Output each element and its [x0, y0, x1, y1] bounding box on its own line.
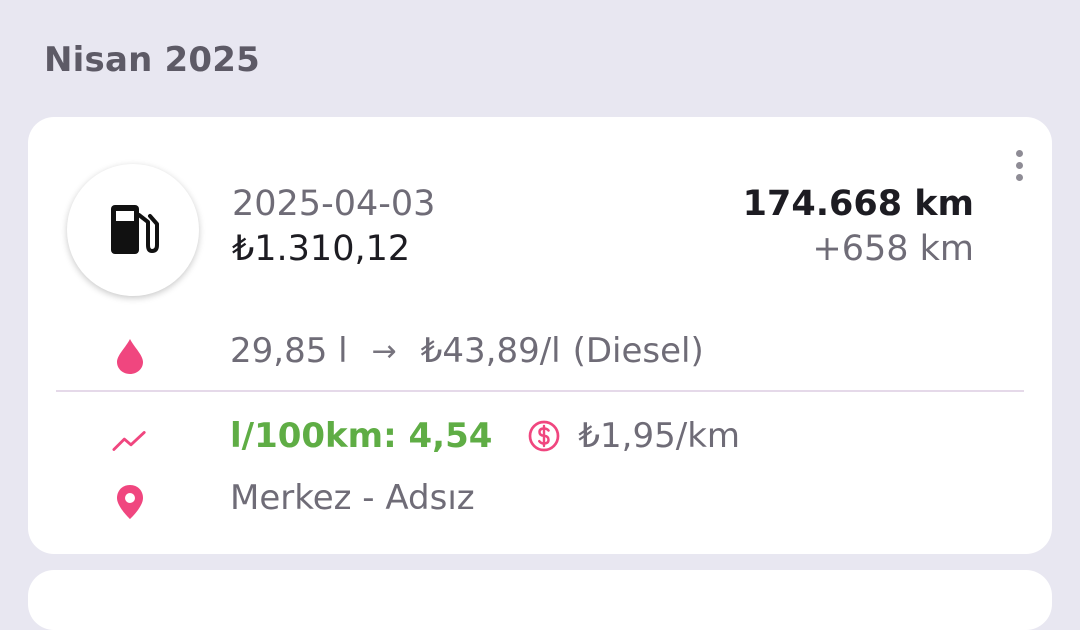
- fuel-entry-card[interactable]: 2025-04-03 ₺1.310,12 174.668 km +658 km …: [28, 117, 1052, 554]
- entry-divider: [56, 390, 1024, 392]
- month-section-title: Nisan 2025: [44, 40, 260, 80]
- trending-line-icon: [112, 431, 146, 451]
- consumption-row: l/100km: 4,54 ₺1,95/km: [230, 416, 740, 456]
- location-text: Merkez - Adsız: [230, 478, 475, 518]
- dollar-circle-icon: [529, 420, 560, 452]
- map-pin-icon: [117, 485, 143, 519]
- next-entry-card[interactable]: [28, 570, 1052, 630]
- consumption-row-icon-wrap: [112, 423, 148, 459]
- consumption-value: l/100km: 4,54: [230, 416, 493, 456]
- more-dot: [1015, 173, 1023, 181]
- entry-cost: ₺1.310,12: [232, 229, 411, 269]
- fuel-details-row: 29,85 l → ₺43,89/l (Diesel): [230, 331, 704, 371]
- more-options-button[interactable]: [1002, 143, 1036, 187]
- odometer-value: 174.668 km: [742, 184, 974, 224]
- distance-delta: +658 km: [812, 229, 974, 269]
- more-vertical-icon: [1015, 149, 1023, 157]
- entry-date: 2025-04-03: [232, 184, 436, 224]
- fuel-type: (Diesel): [572, 331, 704, 371]
- water-drop-icon: [117, 339, 143, 374]
- fuel-amount: 29,85 l: [230, 331, 348, 371]
- cost-per-km: ₺1,95/km: [578, 416, 741, 456]
- location-row: Merkez - Adsız: [230, 478, 475, 518]
- fuel-row-icon-wrap: [112, 338, 148, 374]
- fuel-pump-icon: [111, 205, 159, 254]
- cost-icon-wrap: [526, 418, 562, 454]
- fuel-arrow: →: [371, 333, 397, 369]
- more-dot: [1015, 161, 1023, 169]
- fuel-price-per-liter: ₺43,89/l: [420, 331, 561, 371]
- location-row-icon-wrap: [112, 484, 148, 520]
- fuel-entry-avatar: [67, 164, 199, 296]
